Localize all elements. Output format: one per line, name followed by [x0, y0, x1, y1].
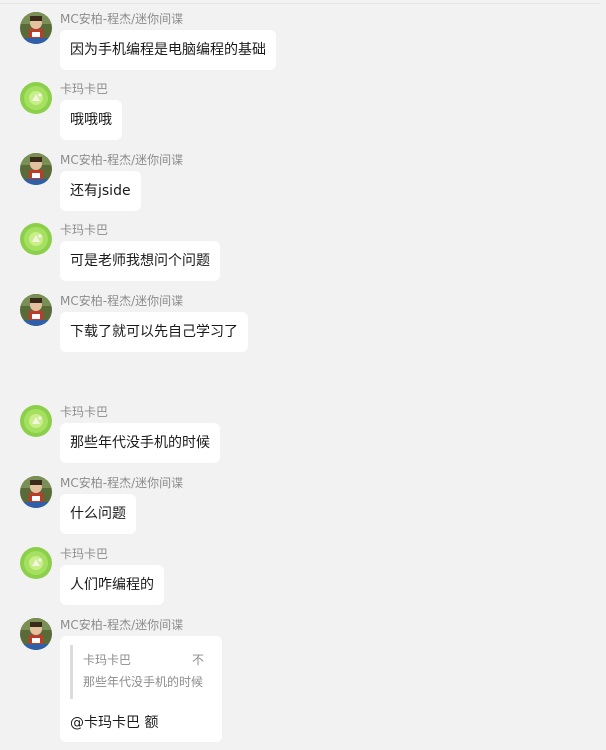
- avatar-mc-icon[interactable]: [20, 294, 52, 326]
- message-bubble[interactable]: 人们咋编程的: [60, 565, 164, 605]
- avatar-mc-icon[interactable]: [20, 153, 52, 185]
- message-bubble[interactable]: 还有jside: [60, 171, 141, 211]
- avatar-kama-icon[interactable]: [20, 405, 52, 437]
- message-bubble[interactable]: 那些年代没手机的时候: [60, 423, 220, 463]
- chat-window: MC安柏-程杰/迷你间谍 因为手机编程是电脑编程的基础 卡玛卡巴 哦哦哦 MC安…: [0, 0, 606, 750]
- reply-text: @卡玛卡巴 额: [70, 715, 159, 731]
- avatar-kama-icon[interactable]: [20, 82, 52, 114]
- reply-bubble[interactable]: 卡玛卡巴 不 那些年代没手机的时候 @卡玛卡巴 额: [60, 636, 222, 742]
- quoted-message[interactable]: 卡玛卡巴 不 那些年代没手机的时候: [70, 645, 212, 699]
- avatar-kama-icon[interactable]: [20, 547, 52, 579]
- sender-name: MC安柏-程杰/迷你间谍: [60, 618, 184, 632]
- sender-name: 卡玛卡巴: [60, 547, 109, 561]
- message-bubble[interactable]: 下载了就可以先自己学习了: [60, 312, 248, 352]
- quoted-flag: 不: [191, 653, 204, 667]
- quoted-text: 那些年代没手机的时候: [83, 675, 204, 689]
- sender-name: 卡玛卡巴: [60, 223, 109, 237]
- avatar-kama-icon[interactable]: [20, 223, 52, 255]
- quoted-sender-name: 卡玛卡巴: [83, 653, 132, 667]
- sender-name: MC安柏-程杰/迷你间谍: [60, 153, 184, 167]
- message-bubble[interactable]: 可是老师我想问个问题: [60, 241, 220, 281]
- sender-name: MC安柏-程杰/迷你间谍: [60, 12, 184, 26]
- message-bubble[interactable]: 什么问题: [60, 494, 136, 534]
- avatar-mc-icon[interactable]: [20, 476, 52, 508]
- top-divider: [0, 3, 600, 4]
- sender-name: MC安柏-程杰/迷你间谍: [60, 476, 184, 490]
- message-bubble[interactable]: 哦哦哦: [60, 100, 122, 140]
- sender-name: 卡玛卡巴: [60, 82, 109, 96]
- sender-name: 卡玛卡巴: [60, 405, 109, 419]
- sender-name: MC安柏-程杰/迷你间谍: [60, 294, 184, 308]
- message-bubble[interactable]: 因为手机编程是电脑编程的基础: [60, 30, 276, 70]
- avatar-mc-icon[interactable]: [20, 618, 52, 650]
- avatar-mc-icon[interactable]: [20, 12, 52, 44]
